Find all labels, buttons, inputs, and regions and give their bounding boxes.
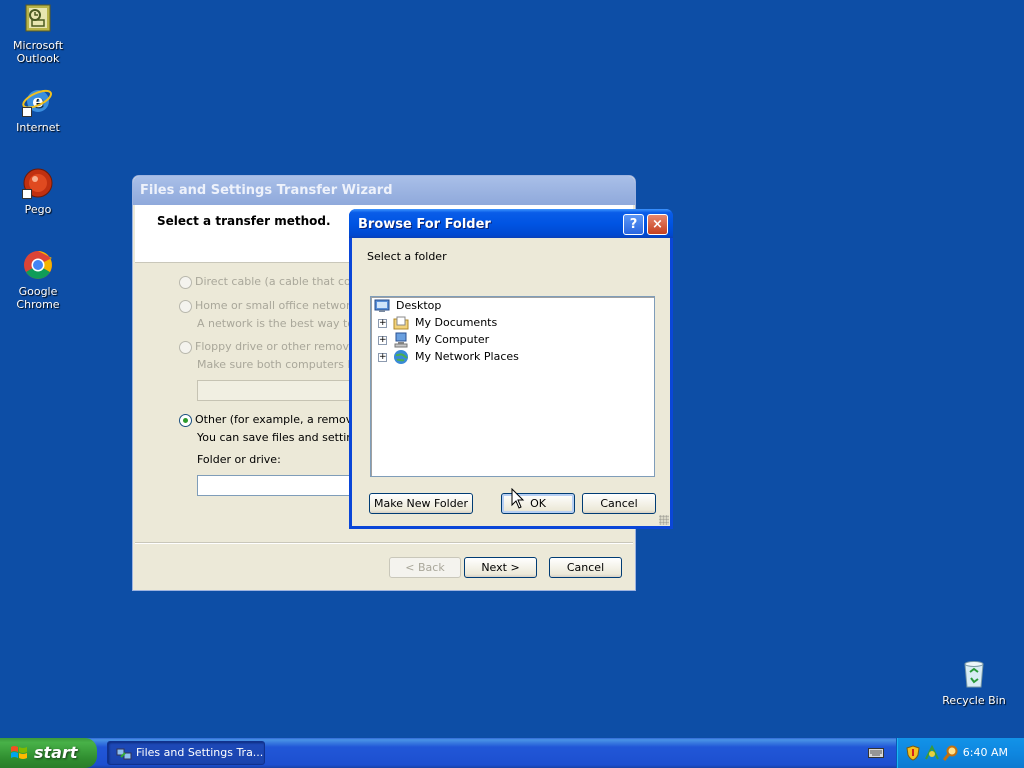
radio-other[interactable] bbox=[179, 414, 192, 427]
desktop-icon-outlook[interactable]: Microsoft Outlook bbox=[0, 3, 76, 65]
desktop-icon-label: Recycle Bin bbox=[942, 694, 1006, 707]
option-other-desc: You can save files and settings t bbox=[197, 431, 374, 444]
my-computer-icon bbox=[394, 332, 408, 348]
tree-item-label: My Documents bbox=[415, 316, 498, 329]
wizard-separator bbox=[135, 542, 633, 544]
radio-home-network[interactable] bbox=[179, 300, 192, 313]
expand-icon[interactable]: + bbox=[378, 319, 387, 328]
folder-or-drive-label: Folder or drive: bbox=[197, 453, 281, 466]
shortcut-arrow-icon bbox=[22, 107, 32, 117]
radio-floppy-drive[interactable] bbox=[179, 341, 192, 354]
my-network-places-icon bbox=[394, 350, 408, 364]
desktop-icon-label: Microsoft Outlook bbox=[12, 39, 64, 65]
security-shield-icon[interactable] bbox=[905, 745, 921, 761]
desktop-icon-internet[interactable]: e Internet bbox=[0, 85, 76, 134]
desktop-icon bbox=[374, 299, 390, 312]
system-tray: 6:40 AM bbox=[896, 738, 1024, 768]
task-label: Files and Settings Tra... bbox=[136, 746, 264, 759]
browse-cancel-button[interactable]: Cancel bbox=[582, 493, 656, 514]
chrome-icon bbox=[22, 249, 54, 281]
pego-icon bbox=[22, 167, 54, 199]
mouse-cursor-icon bbox=[511, 488, 525, 509]
shortcut-arrow-icon bbox=[22, 189, 32, 199]
tree-item-label: Desktop bbox=[396, 299, 442, 312]
start-button[interactable]: start bbox=[0, 738, 97, 768]
recycle-bin-icon bbox=[958, 658, 990, 690]
browse-prompt: Select a folder bbox=[367, 250, 447, 263]
tree-item-label: My Computer bbox=[415, 333, 490, 346]
expand-icon[interactable]: + bbox=[378, 353, 387, 362]
network-tray-icon[interactable] bbox=[924, 745, 940, 761]
my-documents-icon bbox=[393, 316, 409, 330]
internet-explorer-icon: e bbox=[22, 85, 54, 117]
transfer-wizard-icon bbox=[116, 748, 132, 760]
desktop-icon-pego[interactable]: Pego bbox=[0, 167, 76, 216]
close-button[interactable]: × bbox=[647, 214, 668, 235]
option-floppy-desc: Make sure both computers have bbox=[197, 358, 375, 371]
wizard-title[interactable]: Files and Settings Transfer Wizard bbox=[133, 176, 635, 205]
desktop-icon-recycle-bin[interactable]: Recycle Bin bbox=[936, 658, 1012, 707]
radio-direct-cable[interactable] bbox=[179, 276, 192, 289]
desktop-icon-label: Google Chrome bbox=[16, 285, 60, 311]
option-home-network-label: Home or small office network bbox=[195, 299, 357, 312]
browse-titlebar[interactable]: Browse For Folder ? × bbox=[349, 209, 673, 238]
outlook-icon bbox=[22, 3, 54, 35]
tree-item-my-network-places[interactable]: + My Network Places bbox=[378, 349, 528, 365]
taskbar: start Files and Settings Tra... 6:40 AM bbox=[0, 738, 1024, 768]
resize-grip[interactable] bbox=[659, 515, 669, 525]
tree-item-my-computer[interactable]: + My Computer bbox=[378, 332, 508, 348]
folder-or-drive-input[interactable] bbox=[197, 475, 367, 496]
start-label: start bbox=[34, 743, 78, 762]
floppy-drive-select[interactable] bbox=[197, 380, 367, 401]
folder-tree[interactable]: Desktop + My Documents + My Computer + M… bbox=[370, 296, 655, 477]
windows-logo-icon bbox=[11, 746, 27, 759]
taskbar-task-transfer-wizard[interactable]: Files and Settings Tra... bbox=[107, 741, 265, 765]
desktop-icon-label: Pego bbox=[24, 203, 52, 216]
next-button[interactable]: Next > bbox=[464, 557, 537, 578]
desktop-icon-chrome[interactable]: Google Chrome bbox=[0, 249, 76, 311]
search-tray-icon[interactable] bbox=[943, 745, 959, 761]
help-button[interactable]: ? bbox=[623, 214, 644, 235]
browse-title: Browse For Folder bbox=[358, 217, 491, 232]
browse-for-folder-dialog: Browse For Folder ? × Select a folder De… bbox=[349, 209, 673, 529]
tree-item-my-documents[interactable]: + My Documents bbox=[378, 315, 508, 331]
desktop-icon-label: Internet bbox=[16, 121, 60, 134]
wizard-header-title: Select a transfer method. bbox=[157, 214, 331, 228]
tree-item-label: My Network Places bbox=[415, 350, 519, 363]
wizard-cancel-button[interactable]: Cancel bbox=[549, 557, 622, 578]
make-new-folder-button[interactable]: Make New Folder bbox=[369, 493, 473, 514]
clock[interactable]: 6:40 AM bbox=[963, 746, 1008, 759]
back-button[interactable]: < Back bbox=[389, 557, 461, 578]
keyboard-icon[interactable] bbox=[868, 747, 884, 759]
expand-icon[interactable]: + bbox=[378, 336, 387, 345]
